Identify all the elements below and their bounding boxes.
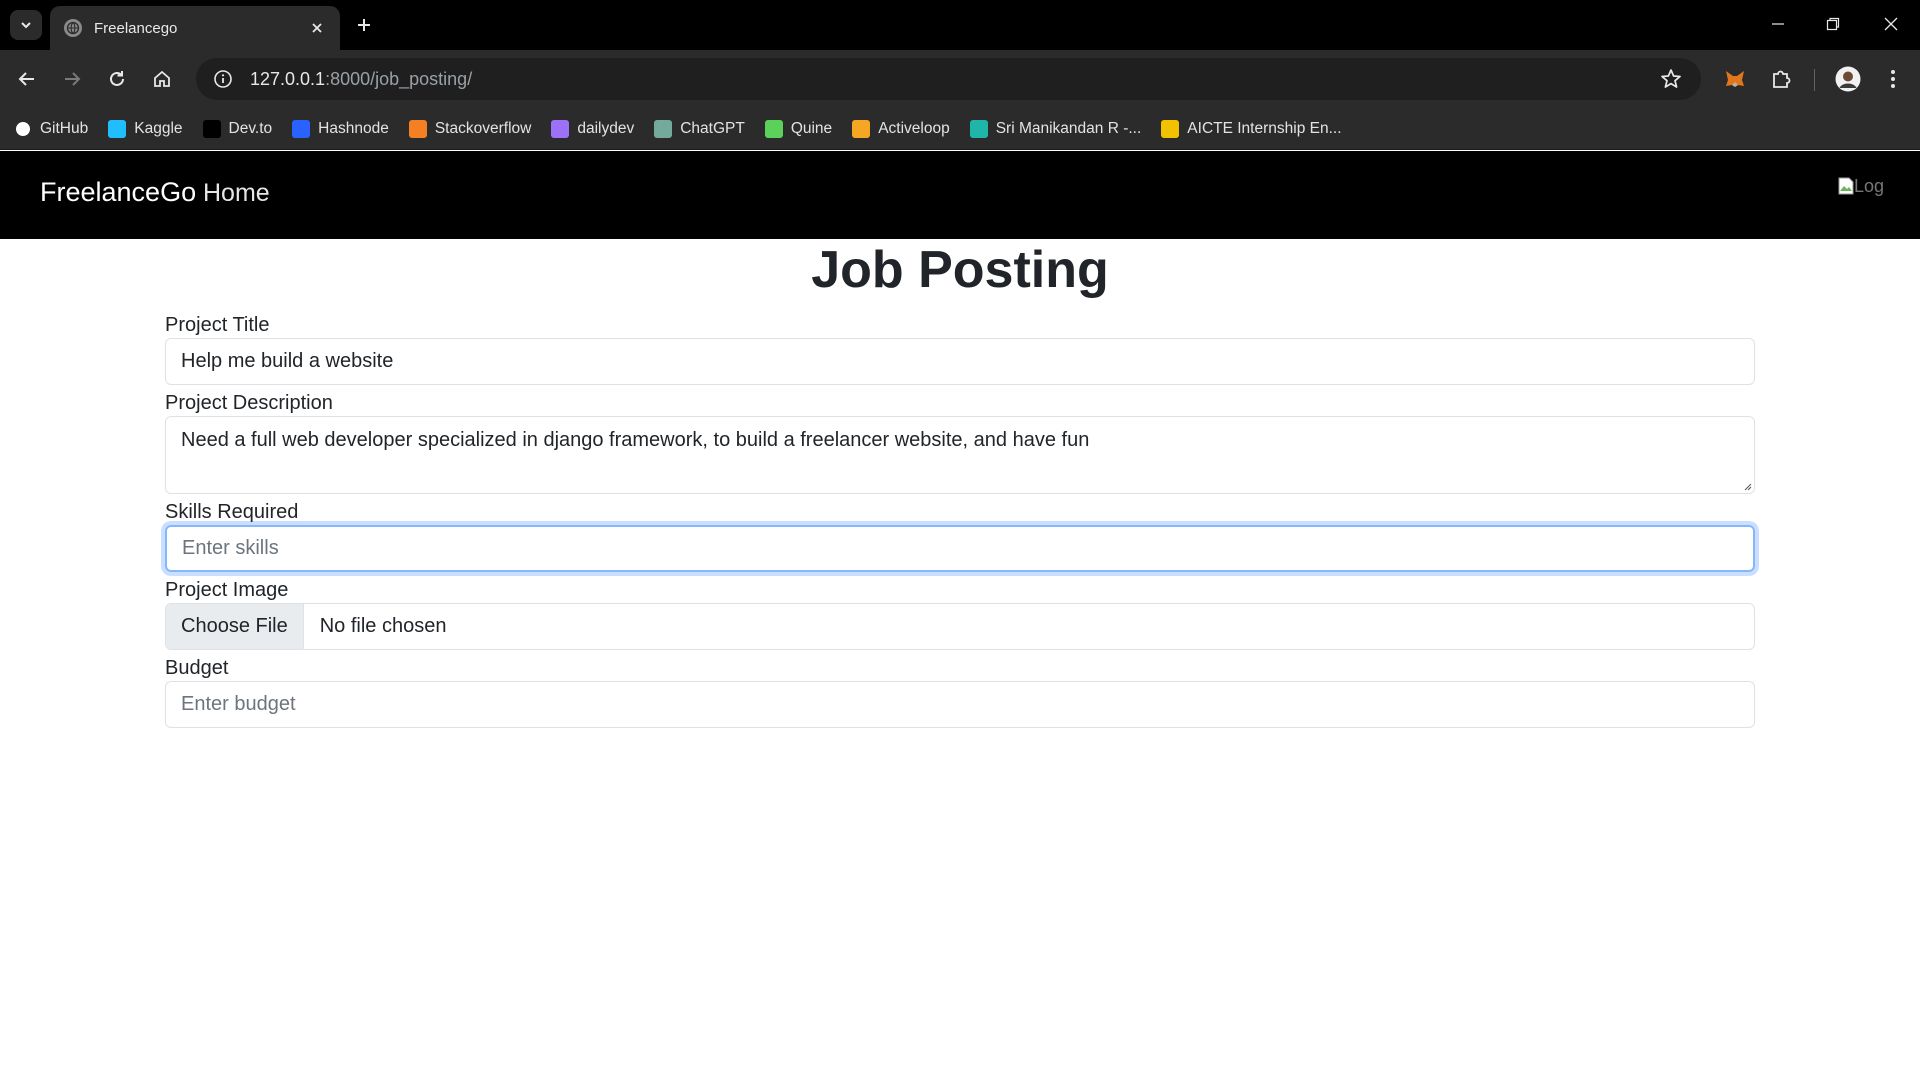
github-icon [14,119,32,138]
budget-label: Budget [165,657,229,679]
tab-title: Freelancego [94,19,178,37]
url-host: 127.0.0.1 [250,68,326,89]
activeloop-icon [852,119,871,138]
hashnode-icon [292,119,311,138]
close-icon [1884,17,1898,31]
logo-alt-text: Log [1854,175,1885,196]
choose-file-button[interactable]: Choose File [166,604,304,649]
restore-button[interactable] [1810,8,1856,40]
bookmark-label: Stackoverflow [434,119,532,137]
bookmark-star-icon[interactable] [1659,67,1683,91]
forward-button[interactable] [55,62,89,96]
extensions-puzzle-icon[interactable] [1765,63,1797,95]
job-posting-form: Project Title Help me build a website Pr… [165,312,1755,728]
bookmark-item[interactable]: ChatGPT [654,119,745,138]
more-vert-icon [1891,70,1895,88]
arrow-left-icon [18,72,34,86]
back-button[interactable] [10,62,44,96]
new-tab-button[interactable] [350,11,378,39]
skills-placeholder: Enter skills [182,537,279,559]
toolbar-separator [1814,69,1815,91]
plus-icon [358,19,370,31]
home-button[interactable] [145,62,179,96]
bookmark-item[interactable]: GitHub [14,119,89,138]
broken-logo-image[interactable]: Log [1838,173,1890,199]
bookmark-label: Kaggle [134,119,183,137]
devto-icon [202,119,221,138]
quine-icon [764,119,783,138]
globe-icon [64,19,82,37]
skills-required-label: Skills Required [165,501,299,523]
bookmark-label: GitHub [40,119,89,137]
close-tab-icon[interactable] [306,17,328,39]
site-info-icon[interactable] [210,66,236,92]
browser-tab[interactable]: Freelancego [50,6,340,50]
minimize-icon [1772,23,1784,25]
bookmark-label: Sri Manikandan R -... [995,119,1142,137]
bookmark-item[interactable]: Activeloop [852,119,950,138]
bookmark-label: Activeloop [878,119,950,137]
skills-input[interactable]: Enter skills [165,525,1755,572]
kaggle-icon [108,119,127,138]
url-path: :8000/job_posting/ [325,68,473,89]
chatgpt-icon [654,119,673,138]
minimize-button[interactable] [1755,8,1801,40]
bookmark-item[interactable]: Kaggle [108,119,183,138]
project-title-value: Help me build a website [181,350,394,372]
resize-handle-icon[interactable] [1742,481,1752,491]
nav-home-link[interactable]: Home [203,179,270,208]
budget-input[interactable]: Enter budget [165,681,1755,728]
project-description-value: Need a full web developer specialized in… [181,429,1090,451]
navbar-brand[interactable]: FreelanceGo [40,177,196,208]
browser-toolbar: 127.0.0.1:8000/job_posting/ [0,50,1920,108]
bookmark-label: Quine [790,119,833,137]
broken-image-icon [1838,177,1854,195]
project-description-label: Project Description [165,392,333,414]
page-title: Job Posting [811,241,1109,299]
metamask-extension-icon[interactable] [1719,63,1751,95]
codechef-icon [969,119,988,138]
tab-search-button[interactable] [10,10,42,40]
bookmark-label: Hashnode [318,119,389,137]
bookmarks-bar: GitHub Kaggle Dev.to Hashnode Stackoverflow d… [0,108,1920,150]
bookmark-item[interactable]: Sri Manikandan R -... [969,119,1142,138]
project-image-label: Project Image [165,579,289,601]
dailydev-icon [551,119,570,138]
bookmark-item[interactable]: Quine [764,119,833,138]
tab-strip: Freelancego [0,0,1920,50]
address-bar[interactable]: 127.0.0.1:8000/job_posting/ [196,58,1701,100]
bookmark-item[interactable]: Dev.to [202,119,273,138]
reload-icon [110,71,124,86]
aicte-icon [1161,119,1180,138]
restore-icon [1826,17,1840,31]
stackoverflow-icon [408,119,427,138]
project-description-textarea[interactable]: Need a full web developer specialized in… [165,416,1755,494]
budget-placeholder: Enter budget [181,693,296,715]
browser-menu-button[interactable] [1877,63,1909,95]
file-status-text: No file chosen [319,615,447,637]
bookmark-label: AICTE Internship En... [1187,119,1342,137]
project-title-label: Project Title [165,314,270,336]
project-title-input[interactable]: Help me build a website [165,338,1755,385]
bookmark-item[interactable]: Hashnode [292,119,389,138]
bookmark-item[interactable]: Stackoverflow [408,119,532,138]
reload-button[interactable] [100,62,134,96]
close-window-button[interactable] [1868,8,1914,40]
bookmark-label: dailydev [577,119,635,137]
bookmark-label: ChatGPT [680,119,745,137]
project-image-file-input[interactable]: Choose File No file chosen [165,603,1755,650]
home-icon [154,70,170,87]
chevron-down-icon [21,22,31,29]
url-text: 127.0.0.1:8000/job_posting/ [250,69,472,90]
bookmark-item[interactable]: dailydev [551,119,635,138]
bookmark-item[interactable]: AICTE Internship En... [1161,119,1342,138]
bookmark-label: Dev.to [228,119,273,137]
arrow-right-icon [65,72,81,86]
profile-avatar[interactable] [1832,63,1864,95]
app-navbar: FreelanceGo Home Log [0,151,1920,239]
